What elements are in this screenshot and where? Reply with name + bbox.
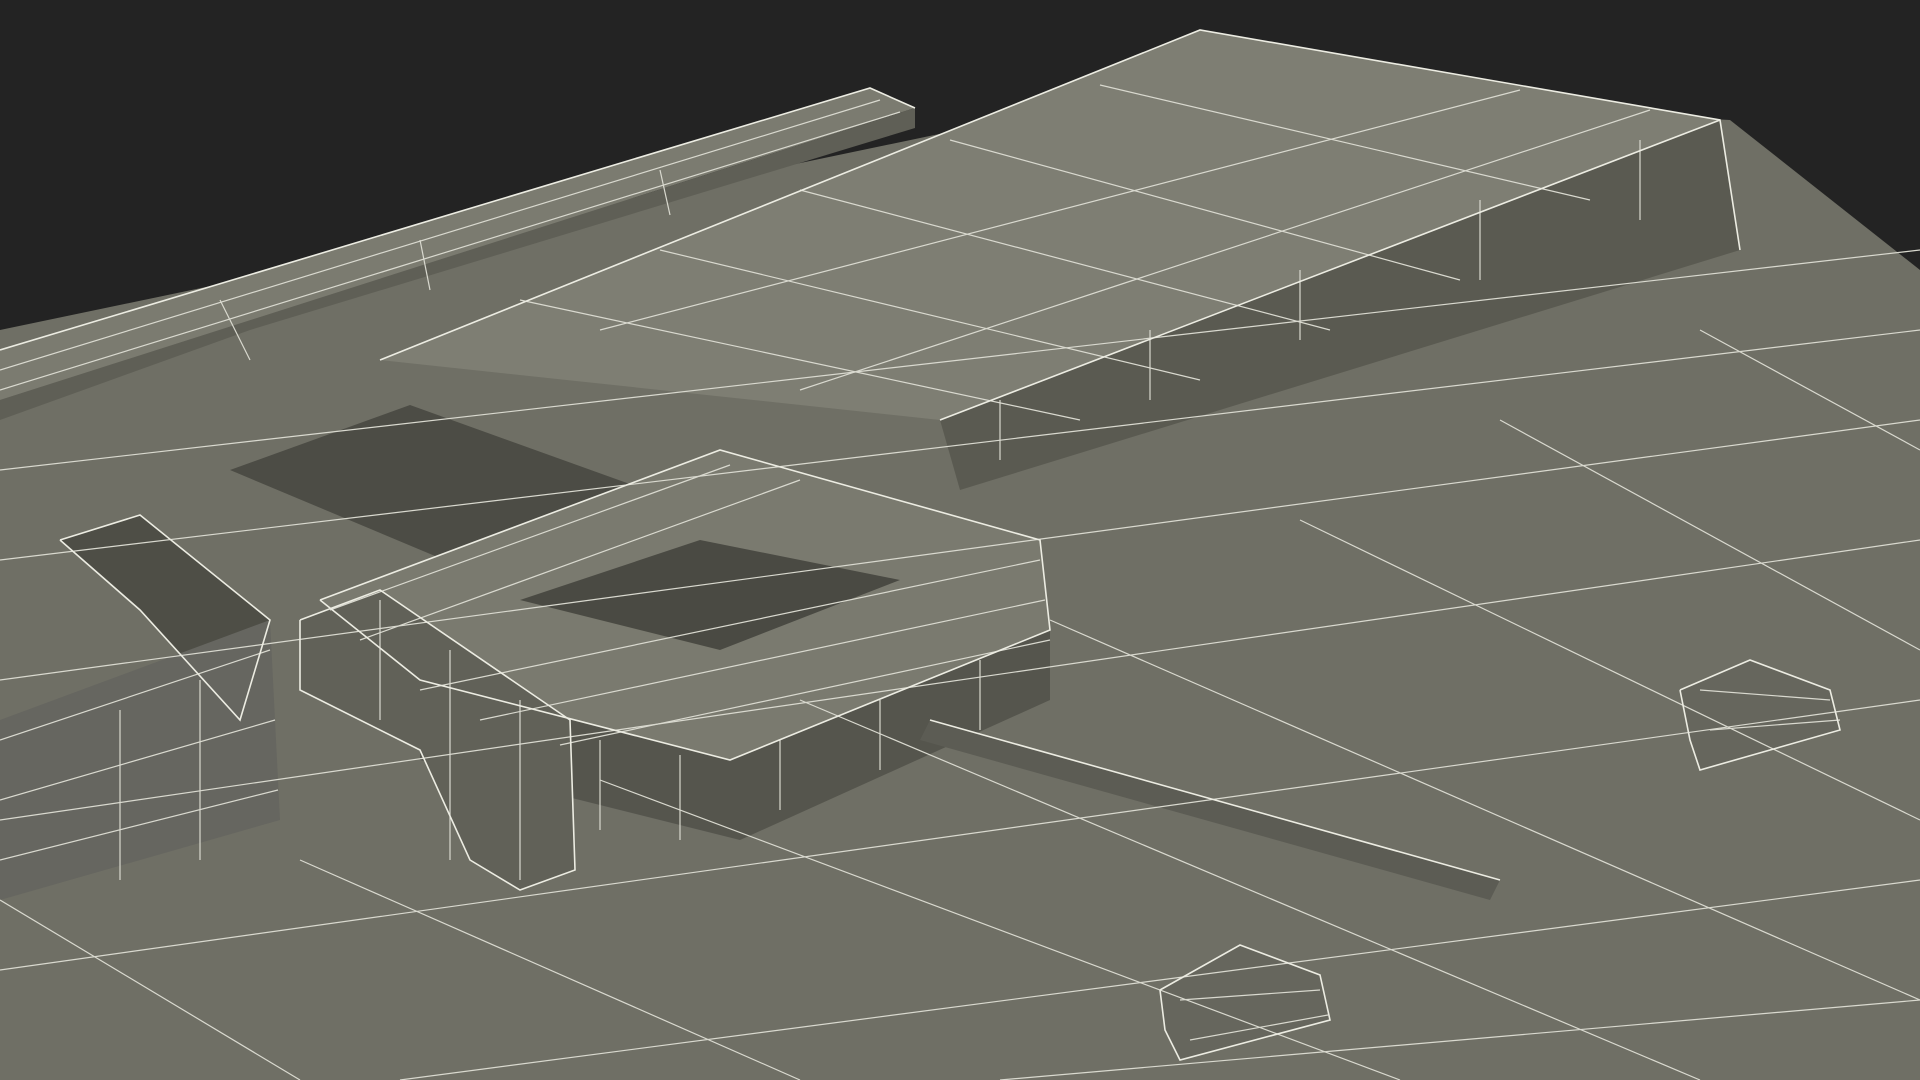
render-viewport <box>0 0 1920 1080</box>
